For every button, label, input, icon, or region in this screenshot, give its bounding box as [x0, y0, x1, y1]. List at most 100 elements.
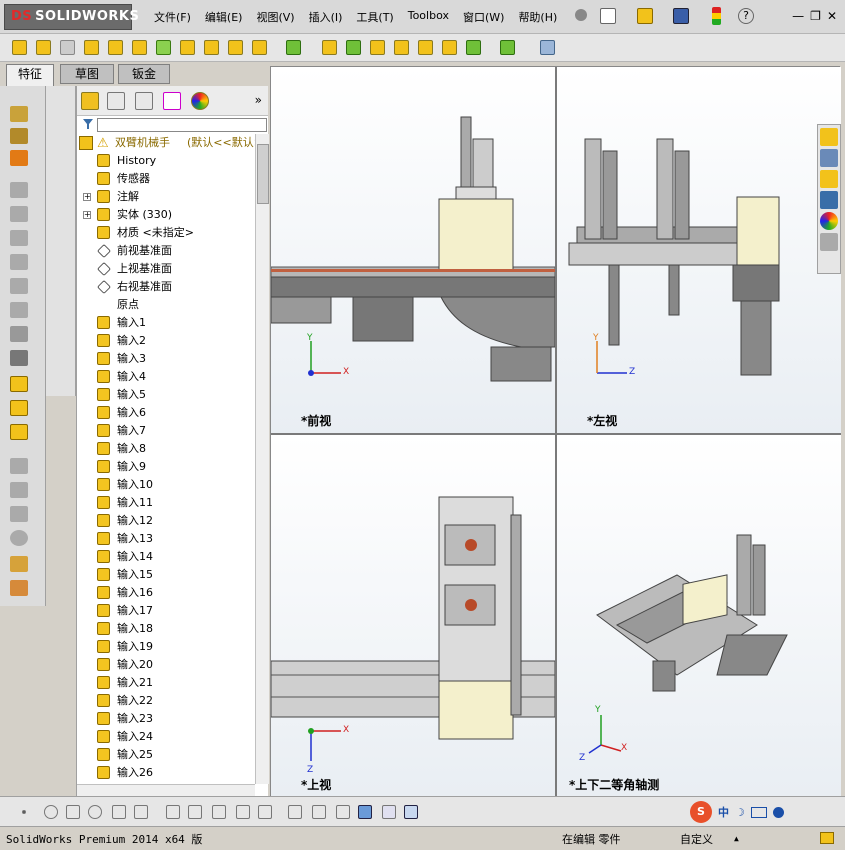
tree-item-feat[interactable]: 输入2: [77, 332, 255, 350]
tree-item-feat[interactable]: 输入4: [77, 368, 255, 386]
tree-item-feat[interactable]: 输入15: [77, 566, 255, 584]
traffic-light-icon[interactable]: [712, 7, 721, 25]
custom-properties-icon[interactable]: [820, 233, 838, 251]
viewport-top[interactable]: X Z *上视: [271, 435, 555, 797]
tree-item-feat[interactable]: 输入14: [77, 548, 255, 566]
single-view-icon[interactable]: [382, 805, 396, 819]
menu-edit[interactable]: 编辑(E): [199, 9, 249, 25]
extrude-boss-icon[interactable]: [12, 40, 27, 55]
help-icon[interactable]: ?: [738, 8, 754, 24]
tree-item-feat[interactable]: 输入23: [77, 710, 255, 728]
grid-icon[interactable]: [312, 805, 326, 819]
tree-item-plane[interactable]: 上视基准面: [77, 260, 255, 278]
extrude-cut-icon[interactable]: [132, 40, 147, 55]
mirror-icon[interactable]: [442, 40, 457, 55]
line-icon[interactable]: [66, 805, 80, 819]
units-selector[interactable]: 自定义: [680, 831, 713, 847]
configuration-manager-icon[interactable]: [135, 92, 153, 110]
curves-icon[interactable]: [500, 40, 515, 55]
tree-item-feat[interactable]: 输入1: [77, 314, 255, 332]
tree-item-feat[interactable]: 输入7: [77, 422, 255, 440]
dimension-icon[interactable]: [288, 805, 302, 819]
tree-item-feat[interactable]: 输入3: [77, 350, 255, 368]
dimxpert-icon[interactable]: [163, 92, 181, 110]
dome-icon[interactable]: [10, 230, 28, 246]
four-view-icon[interactable]: [404, 805, 418, 819]
menu-toolbox[interactable]: Toolbox: [402, 9, 455, 25]
tree-item-feat[interactable]: 输入19: [77, 638, 255, 656]
stop-icon[interactable]: [10, 530, 28, 546]
menu-insert[interactable]: 插入(I): [303, 9, 349, 25]
linear-pattern-icon[interactable]: [286, 40, 301, 55]
combine-icon[interactable]: [10, 400, 28, 416]
menu-view[interactable]: 视图(V): [250, 9, 300, 25]
wizard-icon[interactable]: [10, 106, 28, 122]
tree-item-feat[interactable]: 输入13: [77, 530, 255, 548]
angle-dimension-icon[interactable]: [336, 805, 350, 819]
move-face-icon[interactable]: [10, 350, 28, 366]
trim-icon[interactable]: [112, 805, 126, 819]
fillet-icon[interactable]: [252, 40, 267, 55]
tree-item-feat[interactable]: 输入5: [77, 386, 255, 404]
polygon-icon[interactable]: [88, 805, 102, 819]
property-manager-icon[interactable]: [107, 92, 125, 110]
close-button[interactable]: ✕: [827, 9, 837, 23]
tree-item-material[interactable]: 材质 <未指定>: [77, 224, 255, 242]
tree-item-solid[interactable]: + 实体 (330): [77, 206, 255, 224]
tree-item-feat[interactable]: 输入9: [77, 458, 255, 476]
scale-icon[interactable]: [10, 302, 28, 318]
boundary-icon[interactable]: [108, 40, 123, 55]
ime-punct-icon[interactable]: ☽: [735, 806, 745, 819]
point-icon[interactable]: [22, 810, 26, 814]
shell-icon[interactable]: [370, 40, 385, 55]
construction-icon[interactable]: [258, 805, 272, 819]
scroll-thumb[interactable]: [257, 144, 269, 204]
instant3d-icon[interactable]: [540, 40, 555, 55]
expand-icon[interactable]: +: [83, 211, 91, 219]
viewport-isometric[interactable]: X Y Z *上下二等角轴测: [557, 435, 841, 797]
cone-icon[interactable]: [10, 150, 28, 166]
insert-part-icon[interactable]: [10, 482, 28, 498]
open-folder-icon[interactable]: [637, 8, 653, 24]
revolve-boss-icon[interactable]: [36, 40, 51, 55]
graphics-viewport[interactable]: ▭ ▯ — ❐ ✕ X Y *前视: [270, 66, 841, 797]
filter-icon[interactable]: [83, 119, 93, 129]
corner-icon[interactable]: [236, 805, 250, 819]
restore-button[interactable]: ❐: [810, 9, 821, 23]
weld-icon[interactable]: [10, 458, 28, 474]
materials-icon[interactable]: [10, 580, 28, 596]
tree-item-feat[interactable]: 输入26: [77, 764, 255, 782]
tree-item-feat[interactable]: 输入22: [77, 692, 255, 710]
tree-item-annotation[interactable]: + 注解: [77, 188, 255, 206]
new-document-icon[interactable]: [600, 8, 616, 24]
appearance-icon[interactable]: [10, 556, 28, 572]
units-caret-icon[interactable]: ▲: [734, 834, 739, 843]
revolve-cut-icon[interactable]: [156, 40, 171, 55]
offset-icon[interactable]: [212, 805, 226, 819]
tree-vertical-scrollbar[interactable]: [255, 134, 269, 784]
tree-item-feat[interactable]: 输入10: [77, 476, 255, 494]
vertical-pane-divider[interactable]: [555, 67, 557, 797]
draft-icon[interactable]: [346, 40, 361, 55]
expand-panel-icon[interactable]: »: [255, 93, 262, 107]
menu-window[interactable]: 窗口(W): [457, 9, 510, 25]
split-icon[interactable]: [10, 376, 28, 392]
tab-sheetmetal[interactable]: 钣金: [118, 64, 170, 84]
expand-icon[interactable]: +: [83, 193, 91, 201]
tree-item-sensor[interactable]: 传感器: [77, 170, 255, 188]
save-icon[interactable]: [673, 8, 689, 24]
tree-item-origin[interactable]: 原点: [77, 296, 255, 314]
chamfer-icon[interactable]: [10, 206, 28, 222]
appearances-icon[interactable]: [820, 212, 838, 230]
horizontal-pane-divider[interactable]: [271, 433, 841, 435]
deform-icon[interactable]: [10, 278, 28, 294]
tree-item-feat[interactable]: 输入11: [77, 494, 255, 512]
circle-icon[interactable]: [44, 805, 58, 819]
file-explorer-icon[interactable]: [820, 170, 838, 188]
menu-help[interactable]: 帮助(H): [512, 9, 563, 25]
loft-icon[interactable]: [84, 40, 99, 55]
tree-item-feat[interactable]: 输入21: [77, 674, 255, 692]
delete-body-icon[interactable]: [10, 506, 28, 522]
display-manager-icon[interactable]: [191, 92, 209, 110]
view-palette-icon[interactable]: [820, 191, 838, 209]
